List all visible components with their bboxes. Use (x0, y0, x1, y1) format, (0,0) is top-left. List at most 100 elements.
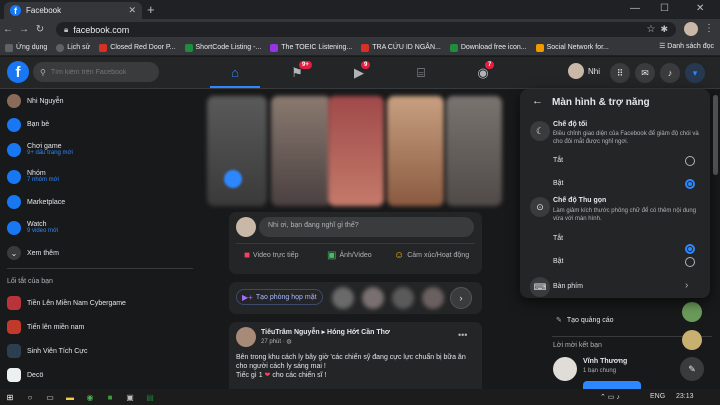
nav-groups[interactable]: ◉ 7 (458, 58, 508, 88)
omnibox[interactable]: 🔒︎ facebook.com ☆ ✱ (56, 22, 676, 37)
sidebar-item-marketplace[interactable]: Marketplace (0, 190, 200, 214)
compact-mode-second-radio[interactable] (685, 257, 695, 267)
search-icon[interactable]: ○ (20, 389, 40, 405)
avatar[interactable] (553, 357, 577, 381)
rooms-next-button[interactable]: › (450, 287, 472, 309)
post-author[interactable]: TiêuTrâm Nguyễn (261, 329, 320, 336)
story-card[interactable] (387, 96, 444, 206)
menu-icon[interactable]: ⋮ (704, 23, 714, 34)
avatar[interactable] (236, 327, 256, 347)
post-options-icon[interactable]: ••• (458, 330, 467, 340)
scrollbar[interactable] (713, 95, 718, 175)
contact-avatar[interactable] (682, 330, 702, 350)
bookmark-item[interactable]: Social Network for... (535, 43, 609, 52)
bookmark-item[interactable]: Download free icon... (449, 43, 527, 52)
shortcut-item[interactable]: Decö (0, 363, 200, 387)
sidebar-item-gaming[interactable]: Chơi game 9+ dấu trang mới (0, 136, 200, 163)
nav-watch[interactable]: ▶ 9 (334, 58, 384, 88)
facebook-logo-icon[interactable]: f (7, 61, 29, 83)
maximize-icon[interactable]: ☐ (660, 3, 669, 14)
shortcut-item[interactable]: Tiền Lên Miền Nam Cybergame (0, 291, 200, 315)
notifications-button[interactable]: ♪ (660, 63, 680, 83)
windows-start-icon[interactable]: ⊞ (0, 389, 20, 405)
feeling-activity-button[interactable]: ☺ Cảm xúc/Hoạt động (394, 250, 469, 261)
language-indicator[interactable]: ENG (650, 393, 665, 400)
minimize-icon[interactable]: — (630, 3, 640, 14)
composer-input[interactable]: Nhi ơi, bạn đang nghĩ gì thế? (259, 217, 474, 237)
photo-video-button[interactable]: ▣ Ảnh/Video (327, 250, 372, 261)
new-message-button[interactable]: ✎ (680, 357, 704, 381)
sidebar-item-friends[interactable]: Bạn bè (0, 113, 200, 136)
avatar[interactable] (332, 287, 354, 309)
story-card[interactable] (446, 96, 502, 206)
chrome-icon[interactable]: ◉ (80, 389, 100, 405)
close-tab-icon[interactable]: ✕ (128, 5, 136, 16)
heart-icon: ❤ (264, 372, 271, 379)
facebook-search[interactable]: ⚲ (33, 62, 159, 82)
create-room-button[interactable]: ▶+ Tạo phòng họp mặt (236, 289, 323, 305)
sidebar-item-groups[interactable]: Nhóm 7 nhóm mới (0, 163, 200, 190)
friends-icon (7, 117, 21, 132)
dark-mode-off-radio[interactable] (685, 156, 695, 166)
bookmark-apps[interactable]: Ứng dụng (5, 43, 47, 52)
avatar[interactable] (392, 287, 414, 309)
window-close-icon[interactable]: ✕ (696, 3, 704, 14)
new-tab-button[interactable]: + (147, 2, 155, 17)
menu-grid-button[interactable]: ⠿ (610, 63, 630, 83)
profile-chip[interactable]: Nhi (568, 63, 600, 79)
sidebar-item-watch[interactable]: Watch 9 video mới (0, 214, 200, 241)
compact-mode-first-radio[interactable] (685, 244, 695, 254)
keyboard-link[interactable]: Bàn phím (553, 283, 583, 290)
friend-request-name[interactable]: Vĩnh Thương (583, 358, 627, 365)
reload-icon[interactable]: ↻ (32, 24, 48, 35)
file-explorer-icon[interactable]: ▬ (60, 389, 80, 405)
bookmark-item[interactable]: The TOEIC Listening... (270, 43, 352, 52)
contact-avatar[interactable] (682, 302, 702, 322)
tray-icons[interactable]: ⌃ ▭ ♪ (600, 393, 620, 401)
app-icon[interactable]: ▣ (120, 389, 140, 405)
search-input[interactable] (50, 68, 151, 76)
profile-avatar (568, 63, 584, 79)
history-icon (56, 43, 65, 52)
see-more-button[interactable]: ⌄ Xem thêm (0, 241, 200, 265)
dark-mode-description: Điều chỉnh giao diện của Facebook để giả… (553, 131, 699, 145)
back-arrow-icon[interactable]: ← (532, 95, 543, 107)
account-menu-button[interactable]: ▾ (685, 63, 705, 83)
nav-marketplace[interactable]: ⌸ (396, 58, 446, 88)
bookmark-item[interactable]: TRA CỨU ID NGÂN... (361, 43, 441, 52)
chevron-right-icon[interactable]: › (685, 280, 688, 291)
shortcut-item[interactable]: Tiến lên miền nam (0, 315, 200, 339)
story-card[interactable] (207, 96, 267, 206)
sidebar-item-profile[interactable]: Nhi Nguyễn (0, 89, 200, 113)
bookmark-history[interactable]: Lịch sử (56, 43, 90, 52)
reading-list-button[interactable]: ☰ Danh sách đọc (659, 42, 714, 50)
messenger-button[interactable]: ✉ (635, 63, 655, 83)
bookmark-item[interactable]: ShortCode Listing -... (184, 43, 261, 52)
create-story-icon[interactable] (224, 170, 242, 188)
confirm-button[interactable] (583, 381, 641, 389)
profile-avatar[interactable] (684, 22, 698, 36)
clock[interactable]: 23:13 (676, 393, 694, 400)
dark-mode-on-radio[interactable] (685, 179, 695, 189)
story-card[interactable] (271, 96, 331, 206)
live-video-button[interactable]: ■ Video trực tiếp (244, 250, 298, 261)
bookmark-star-icon[interactable]: ☆ (646, 24, 655, 35)
avatar[interactable] (422, 287, 444, 309)
nav-pages[interactable]: ⚑ 9+ (272, 58, 322, 88)
nav-home[interactable]: ⌂ (210, 58, 260, 88)
app-icon[interactable]: ▤ (140, 389, 160, 405)
back-icon[interactable]: ← (0, 24, 16, 35)
create-ad-link[interactable]: ✎ Tạo quảng cáo (556, 316, 614, 325)
avatar[interactable] (362, 287, 384, 309)
task-view-icon[interactable]: ▭ (40, 389, 60, 405)
story-card[interactable] (328, 96, 384, 206)
shortcut-item[interactable]: Sinh Viên Tích Cực (0, 339, 200, 363)
post-time: 27 phút · ◍ (261, 339, 292, 345)
forward-icon[interactable]: → (16, 24, 32, 35)
browser-tab[interactable]: f Facebook ✕ (4, 2, 142, 19)
site-favicon-icon (361, 43, 370, 52)
post-group[interactable]: Hóng Hớt Cần Thơ (327, 329, 390, 336)
bookmark-item[interactable]: Closed Red Door P... (99, 43, 176, 52)
app-icon[interactable]: ■ (100, 389, 120, 405)
extensions-icon[interactable]: ✱ (660, 24, 668, 35)
